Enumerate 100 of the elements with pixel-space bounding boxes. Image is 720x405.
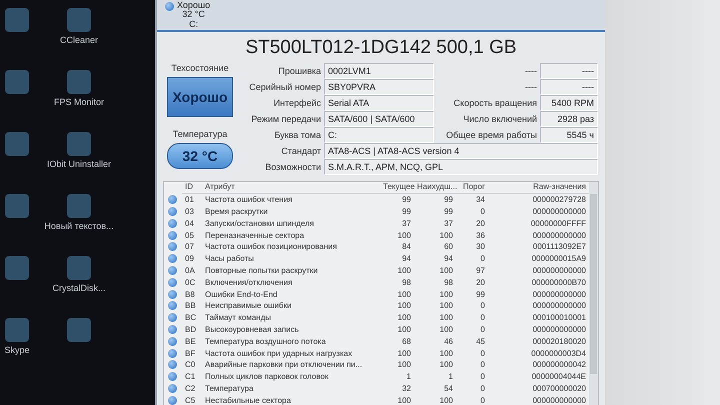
table-cell-text: Частота ошибок при ударных нагрузках bbox=[204, 348, 354, 358]
app-shortcut-icon[interactable] bbox=[5, 194, 29, 218]
app-shortcut-icon[interactable] bbox=[5, 132, 29, 156]
health-status[interactable]: Хорошо bbox=[167, 77, 233, 117]
app-shortcut-icon[interactable] bbox=[67, 132, 91, 156]
status-dot-icon bbox=[168, 348, 177, 358]
app-shortcut-icon[interactable] bbox=[67, 194, 91, 218]
info-value: ---- bbox=[540, 63, 598, 79]
status-dot-icon bbox=[168, 360, 177, 370]
table-cell-text: 000000000B70 bbox=[530, 278, 587, 287]
table-cell-text: 98 bbox=[401, 278, 412, 287]
app-shortcut-icon[interactable] bbox=[5, 8, 29, 32]
table-cell-text: Переназначенные сектора bbox=[204, 230, 306, 240]
table-cell-text: 99 bbox=[401, 206, 412, 216]
column-header[interactable]: Наихудш... bbox=[414, 182, 456, 194]
table-cell-text: 100 bbox=[396, 360, 412, 370]
table-cell-text: 100 bbox=[438, 301, 454, 310]
column-header[interactable]: Порог bbox=[456, 182, 488, 194]
status-dot-icon bbox=[168, 206, 177, 216]
info-label: Возможности bbox=[264, 162, 321, 172]
app-shortcut-icon[interactable] bbox=[67, 70, 91, 94]
table-cell-text: 000100010001 bbox=[532, 313, 587, 322]
info-label: Серийный номер bbox=[248, 82, 321, 92]
table-cell-text: Высокоуровневая запись bbox=[204, 324, 300, 334]
status-dot-icon bbox=[168, 396, 177, 405]
table-cell-text: 100 bbox=[396, 230, 412, 240]
table-cell-text: 97 bbox=[475, 266, 486, 275]
table-cell-text: Часы работы bbox=[204, 254, 255, 264]
table-cell-text: 100 bbox=[396, 396, 412, 405]
table-cell-text: Частота ошибок чтения bbox=[204, 195, 294, 204]
table-cell-text: 1 bbox=[448, 372, 454, 382]
table-cell-text: 000000000000 bbox=[532, 396, 587, 405]
info-value: ---- bbox=[540, 79, 598, 95]
table-cell-text: 07 bbox=[184, 242, 195, 252]
table-cell-text: 01 bbox=[184, 195, 195, 204]
table-cell-text: Время раскрутки bbox=[204, 206, 269, 216]
table-cell-text: 20 bbox=[475, 218, 486, 228]
column-header[interactable]: ID bbox=[182, 182, 202, 194]
table-cell-text: BE bbox=[184, 336, 197, 346]
table-cell-text: 0001113092E7 bbox=[532, 242, 587, 252]
table-cell-text: 000000000042 bbox=[532, 360, 587, 370]
table-cell-text: 100 bbox=[438, 348, 454, 358]
status-dot-icon bbox=[168, 254, 177, 264]
table-cell-text: 100 bbox=[438, 266, 454, 275]
table-cell-text: 0 bbox=[480, 254, 486, 264]
app-shortcut-icon[interactable] bbox=[67, 8, 91, 32]
scrollbar-thumb[interactable] bbox=[590, 194, 597, 374]
table-cell-text: Запуски/остановки шпинделя bbox=[204, 218, 315, 228]
table-cell-text: BF bbox=[184, 348, 196, 358]
info-label: Общее время работы bbox=[445, 130, 537, 140]
info-label: Интерфейс bbox=[272, 98, 321, 108]
table-cell-text: 37 bbox=[401, 218, 412, 228]
table-cell-text: 99 bbox=[443, 195, 454, 204]
app-shortcut-icon[interactable] bbox=[5, 318, 29, 342]
status-dot-icon bbox=[168, 324, 177, 334]
table-cell-text: 99 bbox=[401, 195, 412, 204]
column-header[interactable]: Атрибут bbox=[202, 182, 380, 194]
table-cell-text: 0 bbox=[480, 206, 486, 216]
table-cell-text: Температура bbox=[204, 384, 254, 393]
table-cell-text: 99 bbox=[443, 206, 454, 216]
status-dot-icon bbox=[168, 301, 177, 310]
app-shortcut-icon[interactable] bbox=[67, 256, 91, 280]
status-dot-icon bbox=[168, 242, 177, 252]
table-cell-text: 000000000000 bbox=[532, 301, 587, 310]
table-cell-text: 30 bbox=[475, 242, 486, 252]
info-value: SATA/600 | SATA/600 bbox=[324, 111, 434, 127]
table-cell-text: 100 bbox=[396, 266, 412, 275]
table-cell-text: Таймаут команды bbox=[204, 313, 272, 322]
shortcut-label: FPS Monitor bbox=[54, 97, 104, 108]
table-cell-text: 00000004044E bbox=[530, 372, 587, 382]
table-cell-text: 03 bbox=[184, 206, 195, 216]
app-shortcut-icon[interactable] bbox=[67, 318, 91, 342]
app-shortcut-icon[interactable] bbox=[5, 256, 29, 280]
table-cell-text: 0A bbox=[184, 266, 196, 275]
table-cell-text: 0 bbox=[480, 313, 486, 322]
status-dot-icon bbox=[168, 313, 177, 322]
info-value: ATA8-ACS | ATA8-ACS version 4 bbox=[324, 143, 598, 159]
app-shortcut-icon[interactable] bbox=[5, 70, 29, 94]
info-value: SBY0PVRA bbox=[324, 79, 434, 95]
table-cell-text: 100 bbox=[438, 360, 454, 370]
table-cell-text: 46 bbox=[443, 336, 454, 346]
info-label: Скорость вращения bbox=[452, 98, 537, 108]
info-value: C: bbox=[324, 127, 434, 143]
table-cell-text: Неисправимые ошибки bbox=[204, 301, 292, 310]
table-cell-text: 1 bbox=[406, 372, 412, 382]
table-cell-text: Температура воздушного потока bbox=[204, 336, 327, 346]
disk-tab[interactable]: Хорошо 32 °C C: bbox=[163, 0, 216, 30]
table-cell-text: Ошибки End-to-End bbox=[204, 290, 278, 299]
table-cell-text: 99 bbox=[475, 290, 486, 299]
info-label: ---- bbox=[524, 82, 537, 92]
column-header[interactable]: Текущее bbox=[380, 182, 414, 194]
table-cell-text: Повторные попытки раскрутки bbox=[204, 266, 319, 275]
table-cell-text: 000000279728 bbox=[532, 195, 587, 204]
info-label: Стандарт bbox=[280, 146, 321, 156]
shortcut-label: CrystalDisk... bbox=[52, 283, 106, 294]
info-label: ---- bbox=[524, 66, 537, 76]
table-cell-text: B8 bbox=[184, 290, 196, 299]
status-dot-icon bbox=[168, 195, 177, 204]
status-dot-icon bbox=[168, 278, 177, 287]
table-cell-text: C2 bbox=[184, 384, 196, 393]
